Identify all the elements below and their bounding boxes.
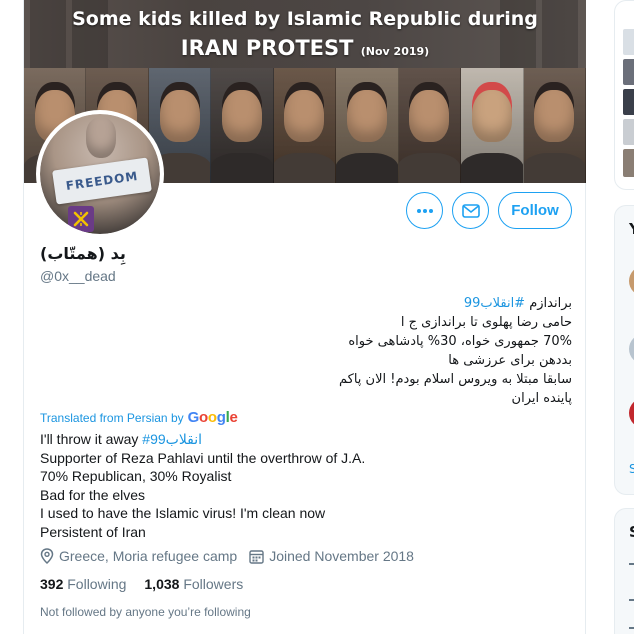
followers-label: Followers xyxy=(183,576,244,592)
translation-label: Translated from Persian by xyxy=(40,410,184,425)
following-count: 392 xyxy=(40,576,64,592)
bio-translated: I'll throw it away #انقلاب99 Supporter o… xyxy=(40,430,560,541)
profile-meta: Greece, Moria refugee camp Joined Novemb… xyxy=(40,548,426,564)
photo-body xyxy=(461,153,523,183)
photo-body xyxy=(523,153,585,183)
message-button[interactable] xyxy=(452,192,489,229)
bio-line: پاینده ایران xyxy=(511,391,572,406)
photo-body xyxy=(398,153,461,183)
bio-original: براندازم #انقلاب99 حامی رضا پهلوی تا برا… xyxy=(124,294,572,408)
sidebar-suggestions-card: Y S xyxy=(614,205,634,495)
photo-body xyxy=(211,153,273,183)
victim-photo xyxy=(398,68,462,183)
following-link[interactable]: 392 Following xyxy=(40,576,126,592)
avatar-face xyxy=(86,118,116,158)
trend-item[interactable] xyxy=(629,627,634,629)
banner-subtitle: IRAN PROTEST (Nov 2019) xyxy=(24,36,586,60)
follow-button[interactable]: Follow xyxy=(498,192,572,229)
followers-count: 1,038 xyxy=(144,576,180,592)
sidebar-trends-card: S xyxy=(614,508,634,634)
translation-attribution[interactable]: Translated from Persian by Google xyxy=(40,409,238,426)
banner-date: (Nov 2019) xyxy=(360,45,430,58)
media-thumbnail[interactable] xyxy=(623,149,634,177)
bio-line: 70% جمهوری خواه، 30% پادشاهی خواه xyxy=(348,334,572,349)
followers-link[interactable]: 1,038 Followers xyxy=(144,576,243,592)
victim-photo xyxy=(461,68,524,183)
bio-line: براندازم #انقلاب99 xyxy=(124,294,572,313)
location: Greece, Moria refugee camp xyxy=(40,548,237,564)
google-logo: Google xyxy=(187,409,238,426)
photo-face xyxy=(409,90,450,142)
media-thumbnail[interactable] xyxy=(623,89,634,115)
more-options-button[interactable] xyxy=(406,192,443,229)
location-pin-icon xyxy=(40,548,54,564)
media-thumbnail[interactable] xyxy=(623,59,634,85)
hashtag-link[interactable]: #انقلاب99 xyxy=(142,431,202,447)
join-date: Joined November 2018 xyxy=(249,548,414,564)
following-label: Following xyxy=(67,576,127,592)
victim-photo xyxy=(273,68,337,183)
photo-face xyxy=(471,90,512,142)
photo-face xyxy=(346,90,387,142)
victim-photo xyxy=(336,68,399,183)
photo-body xyxy=(273,153,336,183)
bio-text: I'll throw it away xyxy=(40,431,143,447)
avatar-tape: FREEDOM xyxy=(52,157,152,205)
banner-subtitle-main: IRAN PROTEST xyxy=(180,36,354,60)
media-thumbnail[interactable] xyxy=(623,29,634,55)
envelope-icon xyxy=(461,203,480,218)
bio-line: Supporter of Reza Pahlavi until the over… xyxy=(40,449,366,466)
display-name: بِد (همتّاب) xyxy=(40,244,126,263)
photo-face xyxy=(284,90,325,142)
bio-line: Persistent of Iran xyxy=(40,523,146,540)
bio-line: Bad for the elves xyxy=(40,486,146,503)
trend-item[interactable] xyxy=(629,599,634,601)
bio-line: حامی رضا پهلوی تا براندازی ج ا xyxy=(400,315,572,330)
avatar-tape-text: FREEDOM xyxy=(64,168,140,194)
bio-line: بددهن برای عرزشی ها xyxy=(448,353,572,368)
photo-face xyxy=(222,90,263,142)
media-thumbnail[interactable] xyxy=(623,119,634,145)
more-dots-icon xyxy=(416,208,433,213)
victim-photo xyxy=(523,68,586,183)
location-text: Greece, Moria refugee camp xyxy=(59,548,238,564)
profile-avatar[interactable]: FREEDOM xyxy=(36,110,164,238)
photo-body xyxy=(336,153,398,183)
banner-header-strip: Some kids killed by Islamic Republic dur… xyxy=(24,0,586,68)
sidebar-heading: Y xyxy=(629,220,634,238)
show-more-link[interactable]: S xyxy=(629,462,634,476)
victim-photo xyxy=(211,68,274,183)
suggested-avatar[interactable] xyxy=(629,266,634,296)
sidebar-heading: S xyxy=(629,523,634,541)
follow-counts: 392 Following 1,038 Followers xyxy=(40,576,261,592)
bio-line: 70% Republican, 30% Royalist xyxy=(40,468,232,484)
user-handle: @0x__dead xyxy=(40,268,116,284)
bio-line: I'll throw it away #انقلاب99 xyxy=(40,430,560,449)
emblem-icon xyxy=(68,206,94,232)
bio-line: I used to have the Islamic virus! I'm cl… xyxy=(40,505,326,521)
photo-face xyxy=(159,90,200,142)
sidebar-media-card[interactable] xyxy=(614,0,634,190)
trend-item[interactable] xyxy=(629,563,634,565)
bio-text: براندازم xyxy=(525,296,572,311)
avatar-image: FREEDOM xyxy=(40,114,160,234)
bio-line: سابقا مبتلا به ویروس اسلام بودم! الان پا… xyxy=(339,372,572,387)
profile-column: Some kids killed by Islamic Republic dur… xyxy=(23,0,586,634)
banner-title: Some kids killed by Islamic Republic dur… xyxy=(72,8,538,30)
hashtag-link[interactable]: #انقلاب99 xyxy=(464,296,525,311)
followed-by-note: Not followed by anyone you’re following xyxy=(40,605,251,619)
suggested-avatar[interactable] xyxy=(629,334,634,364)
suggested-avatar[interactable] xyxy=(629,398,634,428)
join-date-text: Joined November 2018 xyxy=(269,548,414,564)
calendar-icon xyxy=(249,549,264,564)
photo-face xyxy=(534,90,575,142)
